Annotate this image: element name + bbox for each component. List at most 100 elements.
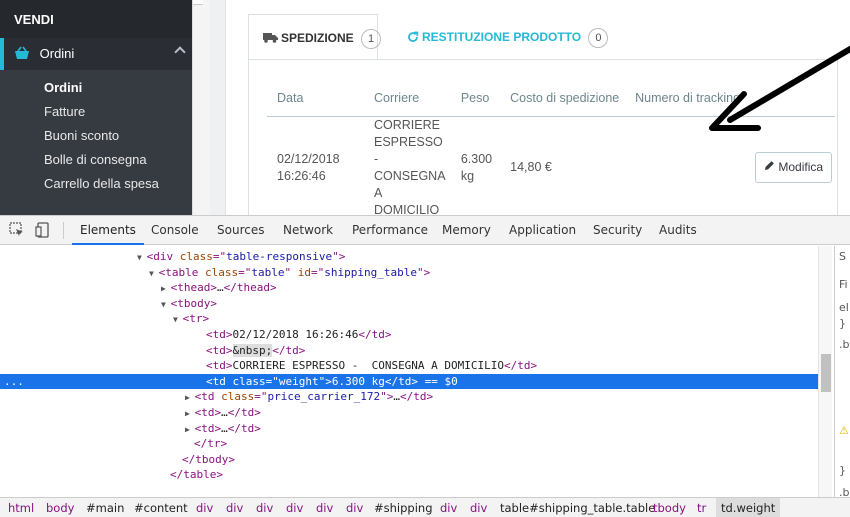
truck-icon <box>263 32 278 46</box>
dom-token: <tr> <box>182 312 210 326</box>
tab-count-badge: 0 <box>588 28 609 48</box>
collapsed-triangle-icon[interactable]: ▶ <box>161 284 171 293</box>
dom-token: … <box>221 406 228 419</box>
dom-node[interactable]: ▶ <td class="price_carrier_172">…</td> <box>0 389 818 405</box>
expand-triangle-icon[interactable]: ▼ <box>173 315 183 324</box>
sidebar-subitem-bolle-di-consegna[interactable]: Bolle di consegna <box>0 148 192 172</box>
tab-label: SPEDIZIONE <box>281 31 354 46</box>
dom-token: <td> <box>194 421 222 435</box>
expand-triangle-icon[interactable]: ▼ <box>137 253 147 262</box>
dom-node[interactable]: ▼ <tbody> <box>0 296 818 312</box>
breadcrumb-item[interactable]: html <box>8 501 34 515</box>
tab-restituzione-prodotto[interactable]: RESTITUZIONE PRODOTTO 0 <box>393 14 620 60</box>
collapsed-triangle-icon[interactable]: ▶ <box>185 425 195 434</box>
dom-token: </td> <box>504 359 538 373</box>
dom-token: <table <box>158 265 205 279</box>
styles-filter-fragment[interactable]: Fi <box>839 278 848 291</box>
dom-token: "> <box>416 265 431 279</box>
breadcrumb-item[interactable]: div <box>470 501 487 515</box>
chevron-up-icon <box>174 46 186 58</box>
sidebar-item-ordini[interactable]: Ordini <box>0 38 192 70</box>
content-gutter <box>192 0 210 215</box>
breadcrumb-item[interactable]: div <box>316 501 333 515</box>
styles-tab-fragment[interactable]: S <box>839 250 846 263</box>
dom-node[interactable]: <td>CORRIERE ESPRESSO - CONSEGNA A DOMIC… <box>0 358 818 374</box>
breadcrumb-item[interactable]: div <box>286 501 303 515</box>
dom-node[interactable]: </tbody> <box>0 452 818 468</box>
gutter-notch <box>193 0 203 5</box>
dom-node[interactable]: </tr> <box>0 436 818 452</box>
breadcrumb-item[interactable]: table#shipping_table.table <box>500 501 655 515</box>
devtools-tab-security[interactable]: Security <box>593 216 642 245</box>
breadcrumb-item[interactable]: #main <box>86 501 124 515</box>
sidebar-subitem-buoni-sconto[interactable]: Buoni sconto <box>0 124 192 148</box>
sidebar-section-title: VENDI <box>0 0 192 38</box>
dom-token: =" <box>254 390 268 404</box>
dom-node[interactable]: ▼ <table class="table" id="shipping_tabl… <box>0 265 818 281</box>
devtools-tab-sources[interactable]: Sources <box>217 216 264 245</box>
dom-token: class <box>221 390 255 404</box>
cell-shipping-cost: 14,80 € <box>510 160 552 174</box>
dom-node[interactable]: ▶ <td>…</td> <box>0 405 818 421</box>
tab-spedizione[interactable]: SPEDIZIONE 1 <box>248 14 382 60</box>
device-toggle-icon[interactable] <box>35 222 51 241</box>
shipping-panel: SPEDIZIONE 1 RESTITUZIONE PRODOTTO 0 Dat… <box>225 0 850 215</box>
devtools-tab-network[interactable]: Network <box>283 216 333 245</box>
dom-token: &nbsp; <box>232 343 273 357</box>
devtools-tab-application[interactable]: Application <box>509 216 576 245</box>
node-menu-dots[interactable]: ... <box>4 374 24 390</box>
sidebar: VENDI Ordini Ordini Fatture Buoni sconto… <box>0 0 192 215</box>
breadcrumb-item[interactable]: div <box>346 501 363 515</box>
sidebar-subitem-carrello[interactable]: Carrello della spesa <box>0 172 192 196</box>
dom-token: =" <box>311 265 325 279</box>
dom-token: </td> <box>272 343 306 357</box>
edit-button[interactable]: Modifica <box>755 152 833 183</box>
breadcrumb-item[interactable]: td.weight <box>716 498 781 517</box>
dom-node[interactable]: ▼ <div class="table-responsive"> <box>0 249 818 265</box>
styles-rule-fragment: .b <box>839 486 850 497</box>
expand-triangle-icon[interactable]: ▼ <box>149 269 159 278</box>
basket-icon <box>14 46 30 63</box>
dom-breadcrumb: html body #main #content div div div div div div #… <box>0 497 850 517</box>
breadcrumb-item[interactable]: div <box>440 501 457 515</box>
devtools-tab-console[interactable]: Console <box>151 216 199 245</box>
styles-rule-fragment: el <box>839 301 849 314</box>
dom-token: … <box>221 421 228 435</box>
sidebar-subitem-ordini[interactable]: Ordini <box>0 76 192 100</box>
dom-token: class <box>179 250 213 263</box>
dom-node[interactable]: </table> <box>0 467 818 483</box>
breadcrumb-item[interactable]: tbody <box>653 501 686 515</box>
sidebar-subitem-fatture[interactable]: Fatture <box>0 100 192 124</box>
breadcrumb-item[interactable]: tr <box>697 501 706 515</box>
collapsed-triangle-icon[interactable]: ▶ <box>185 409 195 418</box>
breadcrumb-item[interactable]: div <box>226 501 243 515</box>
sidebar-item-label: Ordini <box>39 46 75 61</box>
dom-token: table-responsive <box>226 250 333 263</box>
dom-token: weight <box>278 374 319 388</box>
collapsed-triangle-icon[interactable]: ▶ <box>185 393 195 402</box>
breadcrumb-item[interactable]: div <box>196 501 213 515</box>
breadcrumb-item[interactable]: body <box>46 501 74 515</box>
dom-token: </td> <box>227 406 261 419</box>
breadcrumb-item[interactable]: #shipping <box>374 501 433 515</box>
dom-node[interactable]: <td>02/12/2018 16:26:46</td> <box>0 327 818 343</box>
dom-token: " <box>284 265 298 279</box>
dom-token: =" <box>238 265 252 279</box>
dom-node-selected[interactable]: ... <td class="weight">6.300 kg</td> == $… <box>0 373 818 390</box>
devtools-tab-audits[interactable]: Audits <box>659 216 697 245</box>
breadcrumb-item[interactable]: #content <box>134 501 188 515</box>
dom-node[interactable]: ▼ <tr> <box>0 311 818 327</box>
devtools-tab-elements[interactable]: Elements <box>72 216 144 245</box>
expand-triangle-icon[interactable]: ▼ <box>161 300 171 309</box>
styles-pane: S Fi el } .b ⚠ } .b <box>834 246 850 497</box>
dom-node[interactable]: ▶ <thead>…</thead> <box>0 280 818 296</box>
inspect-element-icon[interactable] <box>9 222 25 241</box>
breadcrumb-item[interactable]: div <box>256 501 273 515</box>
dom-token: … <box>217 281 224 295</box>
dom-node[interactable]: ▶ <td>…</td> <box>0 421 818 437</box>
devtools-tab-memory[interactable]: Memory <box>442 216 491 245</box>
scrollbar-thumb[interactable] <box>821 354 831 392</box>
dom-tree-scrollbar[interactable] <box>818 246 832 497</box>
dom-node[interactable]: <td>&nbsp;</td> <box>0 343 818 359</box>
devtools-tab-performance[interactable]: Performance <box>352 216 428 245</box>
